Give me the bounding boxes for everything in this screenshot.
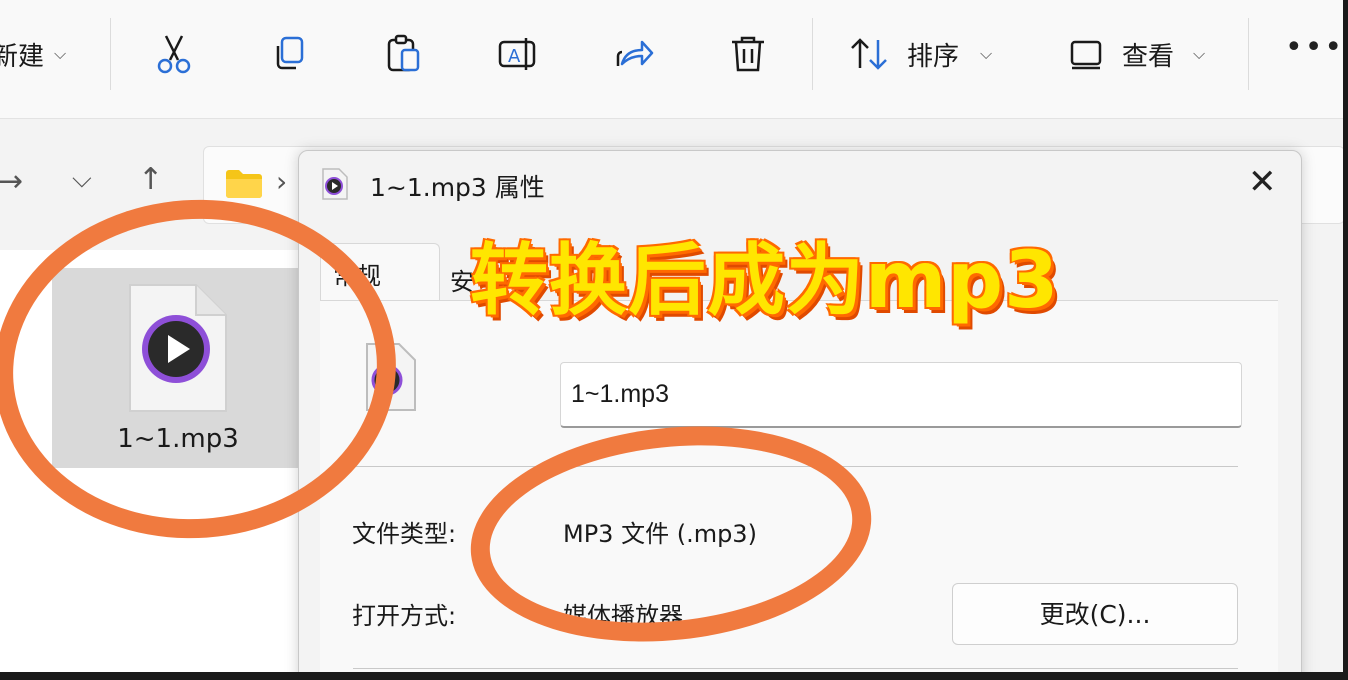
paste-icon[interactable] [382,32,426,76]
sort-button[interactable]: 排序 [907,36,959,73]
overlay-caption: 转换后成为mp3 [470,236,1060,326]
toolbar-divider [1248,18,1249,90]
sort-icon[interactable] [848,32,892,76]
forward-arrow-icon[interactable]: → [0,164,23,199]
more-options-icon[interactable]: ••• [1285,30,1343,65]
file-name-field[interactable] [560,362,1242,428]
folder-icon [226,170,262,198]
copy-icon[interactable] [268,32,312,76]
chevron-down-icon: ⌵ [1193,44,1206,63]
dialog-file-icon [322,168,348,200]
dialog-title: 1~1.mp3 属性 [370,173,545,202]
svg-text:A: A [508,46,521,67]
breadcrumb-chevron-icon: › [276,165,288,198]
chevron-down-icon: ⌵ [980,44,993,63]
up-arrow-icon[interactable]: ↑ [138,162,163,197]
share-icon[interactable] [612,32,656,76]
delete-icon[interactable] [726,32,770,76]
close-icon[interactable]: ✕ [1248,162,1277,202]
toolbar-divider [812,18,813,90]
divider [353,668,1238,669]
change-app-button[interactable]: 更改(C)... [952,583,1238,645]
view-icon[interactable] [1066,32,1110,76]
opens-with-label: 打开方式: [352,602,457,630]
toolbar-divider [110,18,111,90]
command-bar: 新建 ⌵ A 排序 ⌵ 查看 ⌵ ••• [0,0,1343,119]
recent-locations-chevron-icon[interactable]: ⌵ [72,164,92,195]
file-type-label: 文件类型: [352,520,457,548]
new-button[interactable]: 新建 [0,36,44,73]
chevron-down-icon: ⌵ [54,44,67,63]
file-explorer-window: 新建 ⌵ A 排序 ⌵ 查看 ⌵ ••• → ⌵ ↑ › 1~1.mp3 1~1… [0,0,1343,672]
rename-icon[interactable]: A [496,32,540,76]
view-button[interactable]: 查看 [1122,36,1174,73]
cut-icon[interactable] [152,32,196,76]
